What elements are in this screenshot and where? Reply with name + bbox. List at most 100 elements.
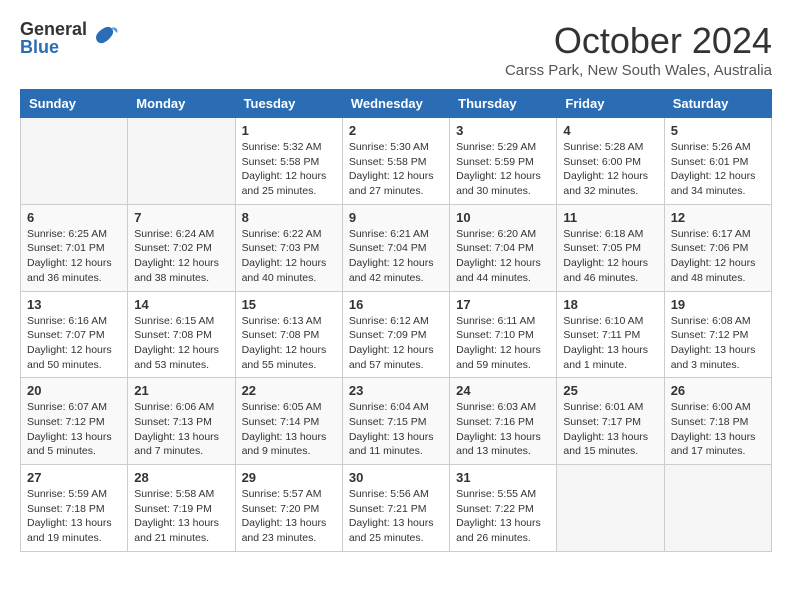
day-number: 28 [134,470,228,485]
calendar-cell: 18Sunrise: 6:10 AM Sunset: 7:11 PM Dayli… [557,291,664,378]
day-header-wednesday: Wednesday [342,90,449,118]
cell-content: Sunrise: 5:55 AM Sunset: 7:22 PM Dayligh… [456,487,550,546]
day-number: 25 [563,383,657,398]
cell-content: Sunrise: 6:12 AM Sunset: 7:09 PM Dayligh… [349,314,443,373]
calendar-cell: 31 Sunrise: 5:55 AM Sunset: 7:22 PM Dayli… [450,465,557,552]
day-number: 22 [242,383,336,398]
calendar-cell: 9 Sunrise: 6:21 AM Sunset: 7:04 PM Daylig… [342,204,449,291]
day-number: 29 [242,470,336,485]
day-number: 23 [349,383,443,398]
day-number: 13 [27,297,121,312]
calendar-cell: 25 Sunrise: 6:01 AM Sunset: 7:17 PM Dayli… [557,378,664,465]
calendar-cell: 28 Sunrise: 5:58 AM Sunset: 7:19 PM Dayli… [128,465,235,552]
day-number: 2 [349,123,443,138]
cell-content: Sunrise: 5:59 AM Sunset: 7:18 PM Dayligh… [27,487,121,546]
calendar-cell: 27 Sunrise: 5:59 AM Sunset: 7:18 PM Dayli… [21,465,128,552]
cell-content: Sunrise: 5:57 AM Sunset: 7:20 PM Dayligh… [242,487,336,546]
week-row-1: 1Sunrise: 5:32 AM Sunset: 5:58 PM Daylig… [21,118,772,205]
header-row: SundayMondayTuesdayWednesdayThursdayFrid… [21,90,772,118]
calendar-cell: 19 Sunrise: 6:08 AM Sunset: 7:12 PM Dayli… [664,291,771,378]
day-header-friday: Friday [557,90,664,118]
week-row-4: 20 Sunrise: 6:07 AM Sunset: 7:12 PM Dayli… [21,378,772,465]
calendar-cell: 6Sunrise: 6:25 AM Sunset: 7:01 PM Daylig… [21,204,128,291]
calendar-cell: 13Sunrise: 6:16 AM Sunset: 7:07 PM Dayli… [21,291,128,378]
calendar-cell: 17 Sunrise: 6:11 AM Sunset: 7:10 PM Dayli… [450,291,557,378]
cell-content: Sunrise: 6:07 AM Sunset: 7:12 PM Dayligh… [27,400,121,459]
day-number: 3 [456,123,550,138]
cell-content: Sunrise: 5:58 AM Sunset: 7:19 PM Dayligh… [134,487,228,546]
calendar-cell: 26 Sunrise: 6:00 AM Sunset: 7:18 PM Dayli… [664,378,771,465]
day-number: 26 [671,383,765,398]
day-number: 24 [456,383,550,398]
day-number: 14 [134,297,228,312]
day-number: 17 [456,297,550,312]
cell-content: Sunrise: 6:00 AM Sunset: 7:18 PM Dayligh… [671,400,765,459]
cell-content: Sunrise: 5:29 AM Sunset: 5:59 PM Dayligh… [456,140,550,199]
calendar-cell [128,118,235,205]
day-number: 30 [349,470,443,485]
calendar-cell: 2 Sunrise: 5:30 AM Sunset: 5:58 PM Daylig… [342,118,449,205]
location-subtitle: Carss Park, New South Wales, Australia [505,62,772,79]
day-header-thursday: Thursday [450,90,557,118]
logo: General Blue [20,20,119,56]
calendar-cell: 24 Sunrise: 6:03 AM Sunset: 7:16 PM Dayli… [450,378,557,465]
page-header: General Blue October 2024 Carss Park, Ne… [20,20,772,79]
day-header-saturday: Saturday [664,90,771,118]
calendar-cell: 8Sunrise: 6:22 AM Sunset: 7:03 PM Daylig… [235,204,342,291]
cell-content: Sunrise: 5:26 AM Sunset: 6:01 PM Dayligh… [671,140,765,199]
day-number: 16 [349,297,443,312]
cell-content: Sunrise: 6:20 AM Sunset: 7:04 PM Dayligh… [456,227,550,286]
calendar-cell: 3 Sunrise: 5:29 AM Sunset: 5:59 PM Daylig… [450,118,557,205]
cell-content: Sunrise: 6:11 AM Sunset: 7:10 PM Dayligh… [456,314,550,373]
week-row-5: 27 Sunrise: 5:59 AM Sunset: 7:18 PM Dayli… [21,465,772,552]
calendar-cell: 23 Sunrise: 6:04 AM Sunset: 7:15 PM Dayli… [342,378,449,465]
day-header-monday: Monday [128,90,235,118]
day-number: 11 [563,210,657,225]
day-number: 31 [456,470,550,485]
day-number: 21 [134,383,228,398]
calendar-cell: 10Sunrise: 6:20 AM Sunset: 7:04 PM Dayli… [450,204,557,291]
calendar-cell: 5 Sunrise: 5:26 AM Sunset: 6:01 PM Daylig… [664,118,771,205]
logo-text: General Blue [20,20,87,56]
day-number: 5 [671,123,765,138]
calendar-table: SundayMondayTuesdayWednesdayThursdayFrid… [20,89,772,552]
day-number: 18 [563,297,657,312]
cell-content: Sunrise: 6:18 AM Sunset: 7:05 PM Dayligh… [563,227,657,286]
logo-blue: Blue [20,38,87,56]
day-header-sunday: Sunday [21,90,128,118]
calendar-cell: 16 Sunrise: 6:12 AM Sunset: 7:09 PM Dayli… [342,291,449,378]
day-number: 12 [671,210,765,225]
cell-content: Sunrise: 6:03 AM Sunset: 7:16 PM Dayligh… [456,400,550,459]
calendar-cell [557,465,664,552]
calendar-cell [664,465,771,552]
day-number: 27 [27,470,121,485]
cell-content: Sunrise: 6:21 AM Sunset: 7:04 PM Dayligh… [349,227,443,286]
day-number: 9 [349,210,443,225]
calendar-cell [21,118,128,205]
cell-content: Sunrise: 6:24 AM Sunset: 7:02 PM Dayligh… [134,227,228,286]
cell-content: Sunrise: 6:06 AM Sunset: 7:13 PM Dayligh… [134,400,228,459]
cell-content: Sunrise: 5:30 AM Sunset: 5:58 PM Dayligh… [349,140,443,199]
calendar-cell: 15Sunrise: 6:13 AM Sunset: 7:08 PM Dayli… [235,291,342,378]
cell-content: Sunrise: 5:28 AM Sunset: 6:00 PM Dayligh… [563,140,657,199]
cell-content: Sunrise: 6:13 AM Sunset: 7:08 PM Dayligh… [242,314,336,373]
calendar-cell: 20 Sunrise: 6:07 AM Sunset: 7:12 PM Dayli… [21,378,128,465]
cell-content: Sunrise: 6:25 AM Sunset: 7:01 PM Dayligh… [27,227,121,286]
week-row-3: 13Sunrise: 6:16 AM Sunset: 7:07 PM Dayli… [21,291,772,378]
cell-content: Sunrise: 6:17 AM Sunset: 7:06 PM Dayligh… [671,227,765,286]
day-header-tuesday: Tuesday [235,90,342,118]
day-number: 4 [563,123,657,138]
title-section: October 2024 Carss Park, New South Wales… [505,20,772,79]
cell-content: Sunrise: 6:15 AM Sunset: 7:08 PM Dayligh… [134,314,228,373]
day-number: 8 [242,210,336,225]
day-number: 7 [134,210,228,225]
calendar-cell: 1Sunrise: 5:32 AM Sunset: 5:58 PM Daylig… [235,118,342,205]
calendar-cell: 11 Sunrise: 6:18 AM Sunset: 7:05 PM Dayli… [557,204,664,291]
day-number: 20 [27,383,121,398]
day-number: 19 [671,297,765,312]
cell-content: Sunrise: 6:08 AM Sunset: 7:12 PM Dayligh… [671,314,765,373]
calendar-cell: 14 Sunrise: 6:15 AM Sunset: 7:08 PM Dayli… [128,291,235,378]
cell-content: Sunrise: 6:01 AM Sunset: 7:17 PM Dayligh… [563,400,657,459]
cell-content: Sunrise: 6:04 AM Sunset: 7:15 PM Dayligh… [349,400,443,459]
logo-bird-icon [89,23,119,53]
